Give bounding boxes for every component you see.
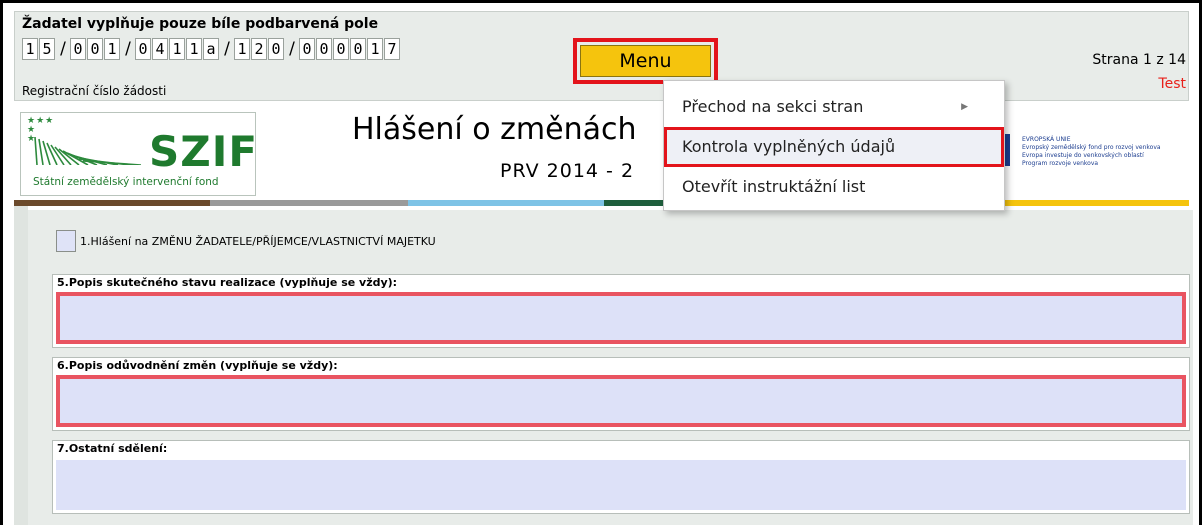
stripe-gray <box>210 200 408 206</box>
menu-item-open-instructions[interactable]: Otevřít instruktážní list <box>664 167 1004 207</box>
eu-line-4: Program rozvoje venkova <box>1022 160 1099 167</box>
registration-digit: 1 <box>22 38 38 60</box>
page-indicator: Strana 1 z 14 <box>1092 52 1186 68</box>
logo-field-icon <box>34 136 142 165</box>
eu-text: EVROPSKÁ UNIE Evropský zemědělský fond p… <box>1022 136 1161 168</box>
section-1-checkbox[interactable] <box>56 230 76 252</box>
menu-item-label: Přechod na sekci stran <box>682 97 864 116</box>
eu-logo: EVROPSKÁ UNIE Evropský zemědělský fond p… <box>988 134 1188 174</box>
applicant-note: Žadatel vyplňuje pouze bíle podbarvená p… <box>22 16 379 32</box>
stripe-brown <box>14 200 210 206</box>
szif-logo: ★★★ ★ ★ SZIF Státní zemědělský intervenční… <box>20 112 259 196</box>
left-bar <box>14 206 28 525</box>
registration-separator: / <box>60 39 66 59</box>
form-title: Hlášení o změnách <box>352 112 637 147</box>
section-1-label: 1.Hlášení na ZMĚNU ŽADATELE/PŘÍJEMCE/VLA… <box>80 234 436 248</box>
registration-digit: 7 <box>384 38 400 60</box>
registration-digit: 4 <box>152 38 168 60</box>
eu-line-2: Evropský zemědělský fond pro rozvoj venk… <box>1022 144 1161 151</box>
registration-digit: 0 <box>135 38 151 60</box>
section-5-label: 5.Popis skutečného stavu realizace (vypl… <box>57 276 398 289</box>
registration-digit: a <box>203 38 219 60</box>
registration-digit: 1 <box>169 38 185 60</box>
registration-digit: 1 <box>234 38 250 60</box>
registration-separator: / <box>224 39 230 59</box>
menu-button[interactable]: Menu <box>580 45 711 77</box>
registration-separator: / <box>289 39 295 59</box>
registration-digit: 0 <box>350 38 366 60</box>
registration-digit: 2 <box>251 38 267 60</box>
menu-item-section-navigation[interactable]: Přechod na sekci stran ▶ <box>664 87 1004 127</box>
section-7-label: 7.Ostatní sdělení: <box>57 442 168 455</box>
registration-digit: 0 <box>316 38 332 60</box>
registration-digit: 0 <box>333 38 349 60</box>
menu-item-label: Otevřít instruktážní list <box>682 177 866 196</box>
menu-item-check-data[interactable]: Kontrola vyplněných údajů <box>664 127 1004 167</box>
registration-separator: / <box>125 39 131 59</box>
section-5-input[interactable] <box>56 292 1186 344</box>
stripe-blue <box>408 200 604 206</box>
menu-item-label: Kontrola vyplněných údajů <box>682 137 896 156</box>
submenu-arrow-icon: ▶ <box>961 102 968 112</box>
section-1-row: 1.Hlášení na ZMĚNU ŽADATELE/PŘÍJEMCE/VLA… <box>56 230 436 252</box>
registration-digit: 0 <box>299 38 315 60</box>
registration-digit: 0 <box>70 38 86 60</box>
eu-line-1: EVROPSKÁ UNIE <box>1022 136 1071 143</box>
section-7-input[interactable] <box>56 460 1186 510</box>
registration-digit: 0 <box>87 38 103 60</box>
stripe-yellow <box>1000 200 1189 206</box>
section-7: 7.Ostatní sdělení: <box>52 440 1190 514</box>
section-6: 6.Popis odůvodnění změn (vyplňuje se vžd… <box>52 357 1190 431</box>
logo-name: SZIF <box>149 127 259 176</box>
form-subtitle: PRV 2014 - 2 <box>500 160 635 182</box>
logo-subtitle: Státní zemědělský intervenční fond <box>33 176 219 188</box>
section-5: 5.Popis skutečného stavu realizace (vypl… <box>52 274 1190 348</box>
registration-label: Registrační číslo žádosti <box>22 84 167 98</box>
eu-line-3: Evropa investuje do venkovských oblastí <box>1022 152 1144 159</box>
registration-digit: 1 <box>104 38 120 60</box>
menu-dropdown: Přechod na sekci stran ▶ Kontrola vyplně… <box>663 80 1005 211</box>
registration-digit: 0 <box>268 38 284 60</box>
registration-digit: 1 <box>186 38 202 60</box>
section-6-input[interactable] <box>56 375 1186 427</box>
test-label: Test <box>1158 76 1186 92</box>
registration-digit: 5 <box>39 38 55 60</box>
registration-digit: 1 <box>367 38 383 60</box>
menu-button-highlight: Menu <box>573 38 718 84</box>
section-6-label: 6.Popis odůvodnění změn (vyplňuje se vžd… <box>57 359 338 372</box>
registration-number: 1 5/0 0 1/0 4 1 1 a/1 2 0/0 0 0 0 1 7 <box>22 38 401 60</box>
